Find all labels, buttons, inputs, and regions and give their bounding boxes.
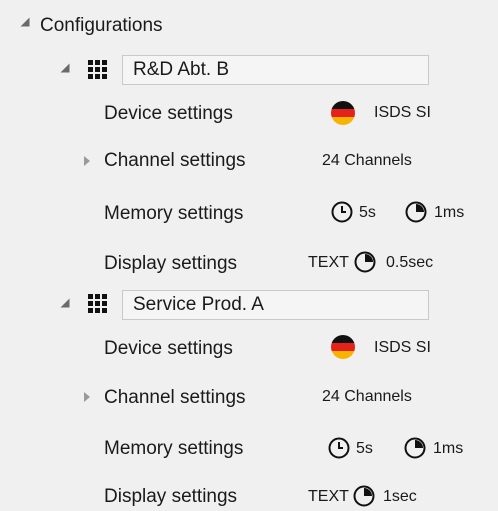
memory-settings-label[interactable]: Memory settings — [104, 202, 243, 226]
device-group-icon — [87, 58, 111, 80]
pie-timer-icon — [354, 251, 376, 273]
memory-value-2: 1ms — [433, 440, 464, 457]
memory-settings-label[interactable]: Memory settings — [104, 437, 243, 461]
germany-flag-icon — [330, 100, 356, 126]
device-value: ISDS SI — [374, 339, 431, 356]
pie-timer-icon — [353, 485, 375, 507]
channel-settings-label[interactable]: Channel settings — [104, 149, 246, 173]
display-value: 0.5sec — [386, 254, 434, 271]
display-settings-label[interactable]: Display settings — [104, 252, 237, 276]
expand-arrow-icon[interactable] — [84, 156, 90, 166]
memory-value-1: 5s — [359, 204, 376, 221]
display-settings-label[interactable]: Display settings — [104, 485, 237, 509]
channel-settings-label[interactable]: Channel settings — [104, 386, 246, 410]
device-settings-label[interactable]: Device settings — [104, 337, 233, 361]
pie-timer-icon — [405, 201, 427, 223]
display-value: 1sec — [383, 488, 417, 505]
clock-icon — [331, 201, 353, 223]
tree-root-label[interactable]: Configurations — [40, 14, 163, 38]
display-mode: TEXT — [308, 488, 349, 505]
channel-count: 24 Channels — [322, 388, 412, 405]
display-mode: TEXT — [308, 254, 349, 271]
group-name-input[interactable]: Service Prod. A — [122, 290, 429, 320]
collapse-arrow-icon[interactable] — [60, 63, 70, 73]
device-settings-label[interactable]: Device settings — [104, 102, 233, 126]
expand-arrow-icon[interactable] — [84, 392, 90, 402]
pie-timer-icon — [404, 437, 426, 459]
collapse-arrow-icon[interactable] — [60, 298, 70, 308]
memory-value-2: 1ms — [434, 204, 465, 221]
germany-flag-icon — [330, 334, 356, 360]
collapse-arrow-icon[interactable] — [20, 17, 30, 27]
device-group-icon — [87, 292, 111, 314]
memory-value-1: 5s — [356, 440, 373, 457]
group-name-input[interactable]: R&D Abt. B — [122, 55, 429, 85]
clock-icon — [328, 437, 350, 459]
channel-count: 24 Channels — [322, 152, 412, 169]
device-value: ISDS SI — [374, 104, 431, 121]
